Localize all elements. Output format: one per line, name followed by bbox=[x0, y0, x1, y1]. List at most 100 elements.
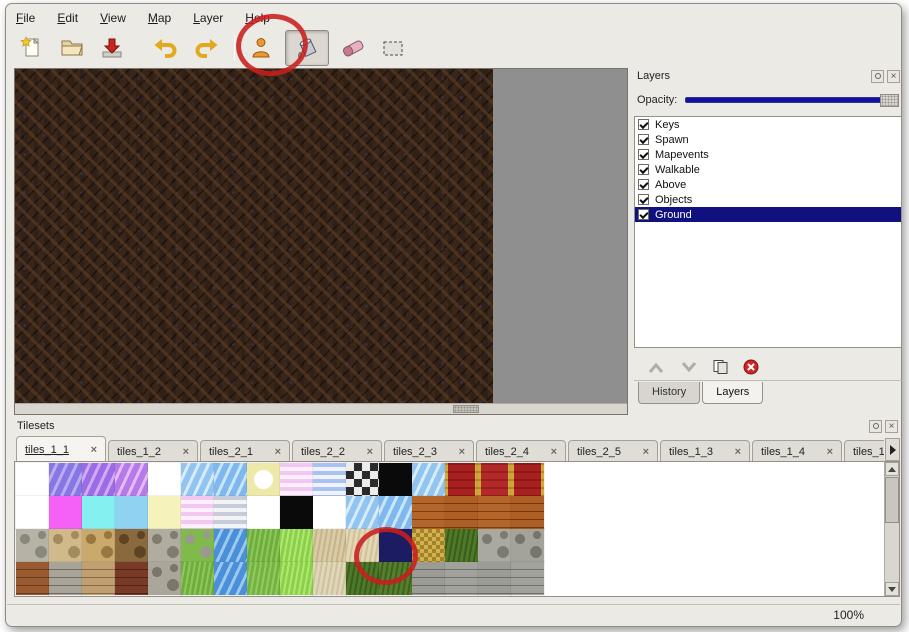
tile-1-0[interactable] bbox=[16, 496, 49, 529]
tile-2-0[interactable] bbox=[16, 529, 49, 562]
layer-visibility-checkbox[interactable] bbox=[638, 134, 649, 145]
tile-1-6[interactable] bbox=[214, 496, 247, 529]
tile-0-6[interactable] bbox=[214, 463, 247, 496]
menu-edit[interactable]: Edit bbox=[57, 11, 78, 25]
tile-1-9[interactable] bbox=[313, 496, 346, 529]
layer-row-keys[interactable]: Keys bbox=[635, 117, 901, 132]
tile-0-15[interactable] bbox=[511, 463, 544, 496]
eraser-tool-button[interactable] bbox=[337, 32, 369, 64]
tile-2-8[interactable] bbox=[280, 529, 313, 562]
tile-2-12[interactable] bbox=[412, 529, 445, 562]
tile-0-8[interactable] bbox=[280, 463, 313, 496]
tile-3-12[interactable] bbox=[412, 562, 445, 595]
tileset-tab-tiles_1_1[interactable]: tiles_1_1× bbox=[16, 436, 106, 462]
tile-0-3[interactable] bbox=[115, 463, 148, 496]
layer-visibility-checkbox[interactable] bbox=[638, 179, 649, 190]
tile-1-15[interactable] bbox=[511, 496, 544, 529]
tile-1-1[interactable] bbox=[49, 496, 82, 529]
opacity-slider-handle[interactable] bbox=[880, 94, 899, 107]
scroll-up-button[interactable] bbox=[885, 462, 899, 476]
close-tab-icon[interactable]: × bbox=[275, 446, 281, 458]
tile-1-7[interactable] bbox=[247, 496, 280, 529]
close-tab-icon[interactable]: × bbox=[735, 446, 741, 458]
opacity-slider[interactable] bbox=[685, 97, 899, 103]
layer-visibility-checkbox[interactable] bbox=[638, 149, 649, 160]
layer-row-walkable[interactable]: Walkable bbox=[635, 162, 901, 177]
tile-3-3[interactable] bbox=[115, 562, 148, 595]
tile-0-11[interactable] bbox=[379, 463, 412, 496]
tile-2-10[interactable] bbox=[346, 529, 379, 562]
tile-2-6[interactable] bbox=[214, 529, 247, 562]
redo-button[interactable] bbox=[190, 32, 222, 64]
tileset-tab-tiles_2_4[interactable]: tiles_2_4× bbox=[476, 440, 566, 462]
tile-0-12[interactable] bbox=[412, 463, 445, 496]
close-tab-icon[interactable]: × bbox=[459, 446, 465, 458]
tile-3-6[interactable] bbox=[214, 562, 247, 595]
tile-0-4[interactable] bbox=[148, 463, 181, 496]
float-panel-button[interactable] bbox=[871, 70, 884, 83]
menu-help[interactable]: Help bbox=[245, 11, 270, 25]
tile-1-3[interactable] bbox=[115, 496, 148, 529]
tile-1-5[interactable] bbox=[181, 496, 214, 529]
layer-visibility-checkbox[interactable] bbox=[638, 119, 649, 130]
layer-row-objects[interactable]: Objects bbox=[635, 192, 901, 207]
tile-3-7[interactable] bbox=[247, 562, 280, 595]
layer-row-spawn[interactable]: Spawn bbox=[635, 132, 901, 147]
panel-tab-history[interactable]: History bbox=[638, 382, 700, 404]
menu-file[interactable]: File bbox=[16, 11, 35, 25]
tileset-tab-tiles_1[interactable]: tiles_1× bbox=[844, 440, 884, 462]
tile-1-8[interactable] bbox=[280, 496, 313, 529]
tile-1-13[interactable] bbox=[445, 496, 478, 529]
tileset-tab-tiles_2_2[interactable]: tiles_2_2× bbox=[292, 440, 382, 462]
tile-2-11[interactable] bbox=[379, 529, 412, 562]
tile-2-7[interactable] bbox=[247, 529, 280, 562]
menu-view[interactable]: View bbox=[100, 11, 126, 25]
tile-1-12[interactable] bbox=[412, 496, 445, 529]
layer-row-ground[interactable]: Ground bbox=[635, 207, 901, 222]
tile-3-11[interactable] bbox=[379, 562, 412, 595]
player-tool-button[interactable] bbox=[245, 32, 277, 64]
close-panel-button[interactable]: × bbox=[885, 420, 898, 433]
tileset-tab-tiles_2_1[interactable]: tiles_2_1× bbox=[200, 440, 290, 462]
palette-scrollbar-thumb[interactable] bbox=[885, 477, 899, 523]
tile-2-14[interactable] bbox=[478, 529, 511, 562]
close-tab-icon[interactable]: × bbox=[827, 446, 833, 458]
tile-2-1[interactable] bbox=[49, 529, 82, 562]
panel-tab-layers[interactable]: Layers bbox=[702, 382, 763, 404]
tile-0-14[interactable] bbox=[478, 463, 511, 496]
tile-2-2[interactable] bbox=[82, 529, 115, 562]
tile-0-0[interactable] bbox=[16, 463, 49, 496]
layer-row-mapevents[interactable]: Mapevents bbox=[635, 147, 901, 162]
undo-button[interactable] bbox=[150, 32, 182, 64]
tile-0-9[interactable] bbox=[313, 463, 346, 496]
tile-0-10[interactable] bbox=[346, 463, 379, 496]
tile-0-5[interactable] bbox=[181, 463, 214, 496]
tileset-tab-tiles_1_2[interactable]: tiles_1_2× bbox=[108, 440, 198, 462]
map-canvas[interactable] bbox=[14, 68, 628, 415]
tileset-tab-tiles_2_5[interactable]: tiles_2_5× bbox=[568, 440, 658, 462]
fill-tool-button[interactable] bbox=[285, 30, 329, 66]
tile-1-11[interactable] bbox=[379, 496, 412, 529]
tile-3-13[interactable] bbox=[445, 562, 478, 595]
tile-0-13[interactable] bbox=[445, 463, 478, 496]
scroll-down-button[interactable] bbox=[885, 582, 899, 596]
close-tab-icon[interactable]: × bbox=[91, 444, 97, 456]
close-tab-icon[interactable]: × bbox=[643, 446, 649, 458]
new-button[interactable] bbox=[16, 32, 48, 64]
duplicate-layer-button[interactable] bbox=[712, 359, 730, 375]
layer-visibility-checkbox[interactable] bbox=[638, 209, 649, 220]
palette-vertical-scrollbar[interactable] bbox=[884, 462, 899, 596]
open-button[interactable] bbox=[56, 32, 88, 64]
tile-3-1[interactable] bbox=[49, 562, 82, 595]
float-panel-button[interactable] bbox=[869, 420, 882, 433]
layer-visibility-checkbox[interactable] bbox=[638, 164, 649, 175]
tile-3-4[interactable] bbox=[148, 562, 181, 595]
tile-1-10[interactable] bbox=[346, 496, 379, 529]
map-painted-region[interactable] bbox=[15, 69, 493, 403]
tile-2-13[interactable] bbox=[445, 529, 478, 562]
tileset-tab-tiles_1_3[interactable]: tiles_1_3× bbox=[660, 440, 750, 462]
tile-0-2[interactable] bbox=[82, 463, 115, 496]
tile-2-9[interactable] bbox=[313, 529, 346, 562]
close-panel-button[interactable]: × bbox=[887, 70, 900, 83]
save-button[interactable] bbox=[96, 32, 128, 64]
